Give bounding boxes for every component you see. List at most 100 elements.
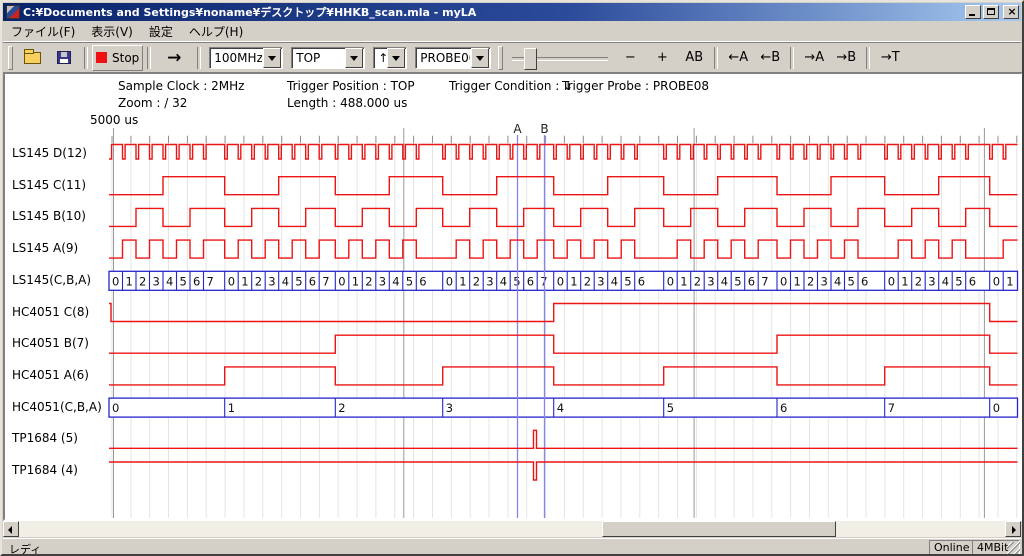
toolbar-separator [714, 47, 718, 69]
chevron-down-icon[interactable] [263, 48, 281, 68]
svg-text:1: 1 [241, 274, 248, 288]
svg-text:1: 1 [352, 274, 359, 288]
svg-text:0: 0 [338, 274, 345, 288]
trigger-position-select[interactable]: TOP [291, 47, 365, 69]
svg-text:0: 0 [993, 401, 1000, 415]
chevron-down-icon[interactable] [387, 48, 405, 68]
svg-text:4: 4 [500, 274, 507, 288]
svg-text:2: 2 [807, 274, 814, 288]
svg-text:5: 5 [955, 274, 962, 288]
svg-text:0: 0 [557, 274, 564, 288]
toolbar-separator [866, 47, 870, 69]
zoom-in-button[interactable]: + [646, 45, 678, 71]
svg-text:0: 0 [446, 274, 453, 288]
svg-text:3: 3 [928, 274, 935, 288]
zoom-slider-handle[interactable] [524, 48, 537, 70]
svg-text:5: 5 [848, 274, 855, 288]
goto-marker-a-button[interactable]: ←A [722, 45, 754, 71]
probe-select-value: PROBE00 [416, 51, 470, 65]
svg-text:0: 0 [888, 274, 895, 288]
toolbar: Stop → 100MHz TOP ↑ PROBE00 − + AB ←A [3, 41, 1021, 73]
maximize-button-icon[interactable] [983, 5, 999, 19]
svg-text:B: B [540, 122, 548, 136]
scroll-left-button[interactable] [3, 521, 19, 537]
scroll-right-button[interactable] [1005, 521, 1021, 537]
svg-text:0: 0 [667, 274, 674, 288]
svg-text:3: 3 [446, 401, 453, 415]
waveform-plot[interactable]: 0123456701234567012345601234567012345601… [5, 74, 1023, 521]
svg-text:1: 1 [794, 274, 801, 288]
svg-text:1: 1 [1006, 274, 1013, 288]
svg-text:2: 2 [338, 401, 345, 415]
status-bar: レディ Online 4MBit [3, 538, 1021, 556]
title-bar: C:¥Documents and Settings¥noname¥デスクトップ¥… [3, 3, 1021, 21]
chevron-down-icon[interactable] [345, 48, 363, 68]
run-arrow-icon: → [167, 48, 181, 68]
svg-text:0: 0 [993, 274, 1000, 288]
svg-text:2: 2 [473, 274, 480, 288]
set-marker-a-button[interactable]: →A [798, 45, 830, 71]
svg-text:3: 3 [153, 274, 160, 288]
svg-text:1: 1 [680, 274, 687, 288]
svg-text:6: 6 [193, 274, 200, 288]
window-title: C:¥Documents and Settings¥noname¥デスクトップ¥… [23, 4, 963, 20]
svg-text:5: 5 [667, 401, 674, 415]
svg-text:A: A [513, 122, 522, 136]
run-button[interactable]: → [155, 45, 193, 71]
svg-text:6: 6 [861, 274, 868, 288]
clock-select[interactable]: 100MHz [209, 47, 283, 69]
toolbar-separator [197, 47, 201, 69]
svg-text:4: 4 [721, 274, 728, 288]
set-marker-b-button[interactable]: →B [830, 45, 862, 71]
svg-text:6: 6 [309, 274, 316, 288]
svg-text:3: 3 [597, 274, 604, 288]
app-window: C:¥Documents and Settings¥noname¥デスクトップ¥… [0, 0, 1024, 556]
svg-text:6: 6 [780, 401, 787, 415]
status-online-badge: Online [929, 540, 973, 556]
svg-text:6: 6 [527, 274, 534, 288]
svg-text:3: 3 [821, 274, 828, 288]
svg-text:2: 2 [365, 274, 372, 288]
toolbar-grip[interactable] [498, 46, 503, 70]
svg-text:2: 2 [915, 274, 922, 288]
menu-settings[interactable]: 設定 [141, 21, 181, 42]
svg-text:3: 3 [379, 274, 386, 288]
clock-select-value: 100MHz [210, 51, 262, 65]
svg-text:2: 2 [255, 274, 262, 288]
svg-text:6: 6 [969, 274, 976, 288]
trigger-edge-select[interactable]: ↑ [373, 47, 407, 69]
horizontal-scrollbar[interactable] [3, 521, 1021, 537]
svg-text:7: 7 [761, 274, 768, 288]
svg-text:6: 6 [748, 274, 755, 288]
resize-grip[interactable] [1007, 542, 1020, 555]
minimize-button-icon[interactable] [965, 5, 981, 19]
zoom-out-button[interactable]: − [614, 45, 646, 71]
scrollbar-thumb[interactable] [602, 521, 836, 537]
svg-text:0: 0 [780, 274, 787, 288]
svg-text:1: 1 [126, 274, 133, 288]
close-button-icon[interactable]: × [1003, 5, 1019, 19]
svg-text:0: 0 [228, 274, 235, 288]
zoom-slider[interactable] [512, 47, 608, 69]
probe-select[interactable]: PROBE00 [415, 47, 491, 69]
svg-text:4: 4 [392, 274, 399, 288]
svg-text:4: 4 [282, 274, 289, 288]
chevron-down-icon[interactable] [471, 48, 489, 68]
goto-trigger-button[interactable]: →T [874, 45, 906, 71]
svg-text:3: 3 [486, 274, 493, 288]
svg-text:5: 5 [406, 274, 413, 288]
svg-text:5: 5 [734, 274, 741, 288]
svg-text:1: 1 [570, 274, 577, 288]
svg-text:6: 6 [638, 274, 645, 288]
svg-text:1: 1 [228, 401, 235, 415]
svg-text:3: 3 [268, 274, 275, 288]
status-ready-text: レディ [9, 541, 41, 556]
svg-text:4: 4 [557, 401, 564, 415]
svg-text:4: 4 [166, 274, 173, 288]
goto-marker-b-button[interactable]: ←B [754, 45, 786, 71]
menu-help[interactable]: ヘルプ(H) [181, 21, 251, 42]
svg-text:3: 3 [707, 274, 714, 288]
zoom-ab-button[interactable]: AB [678, 45, 710, 71]
svg-text:6: 6 [419, 274, 426, 288]
svg-text:2: 2 [139, 274, 146, 288]
